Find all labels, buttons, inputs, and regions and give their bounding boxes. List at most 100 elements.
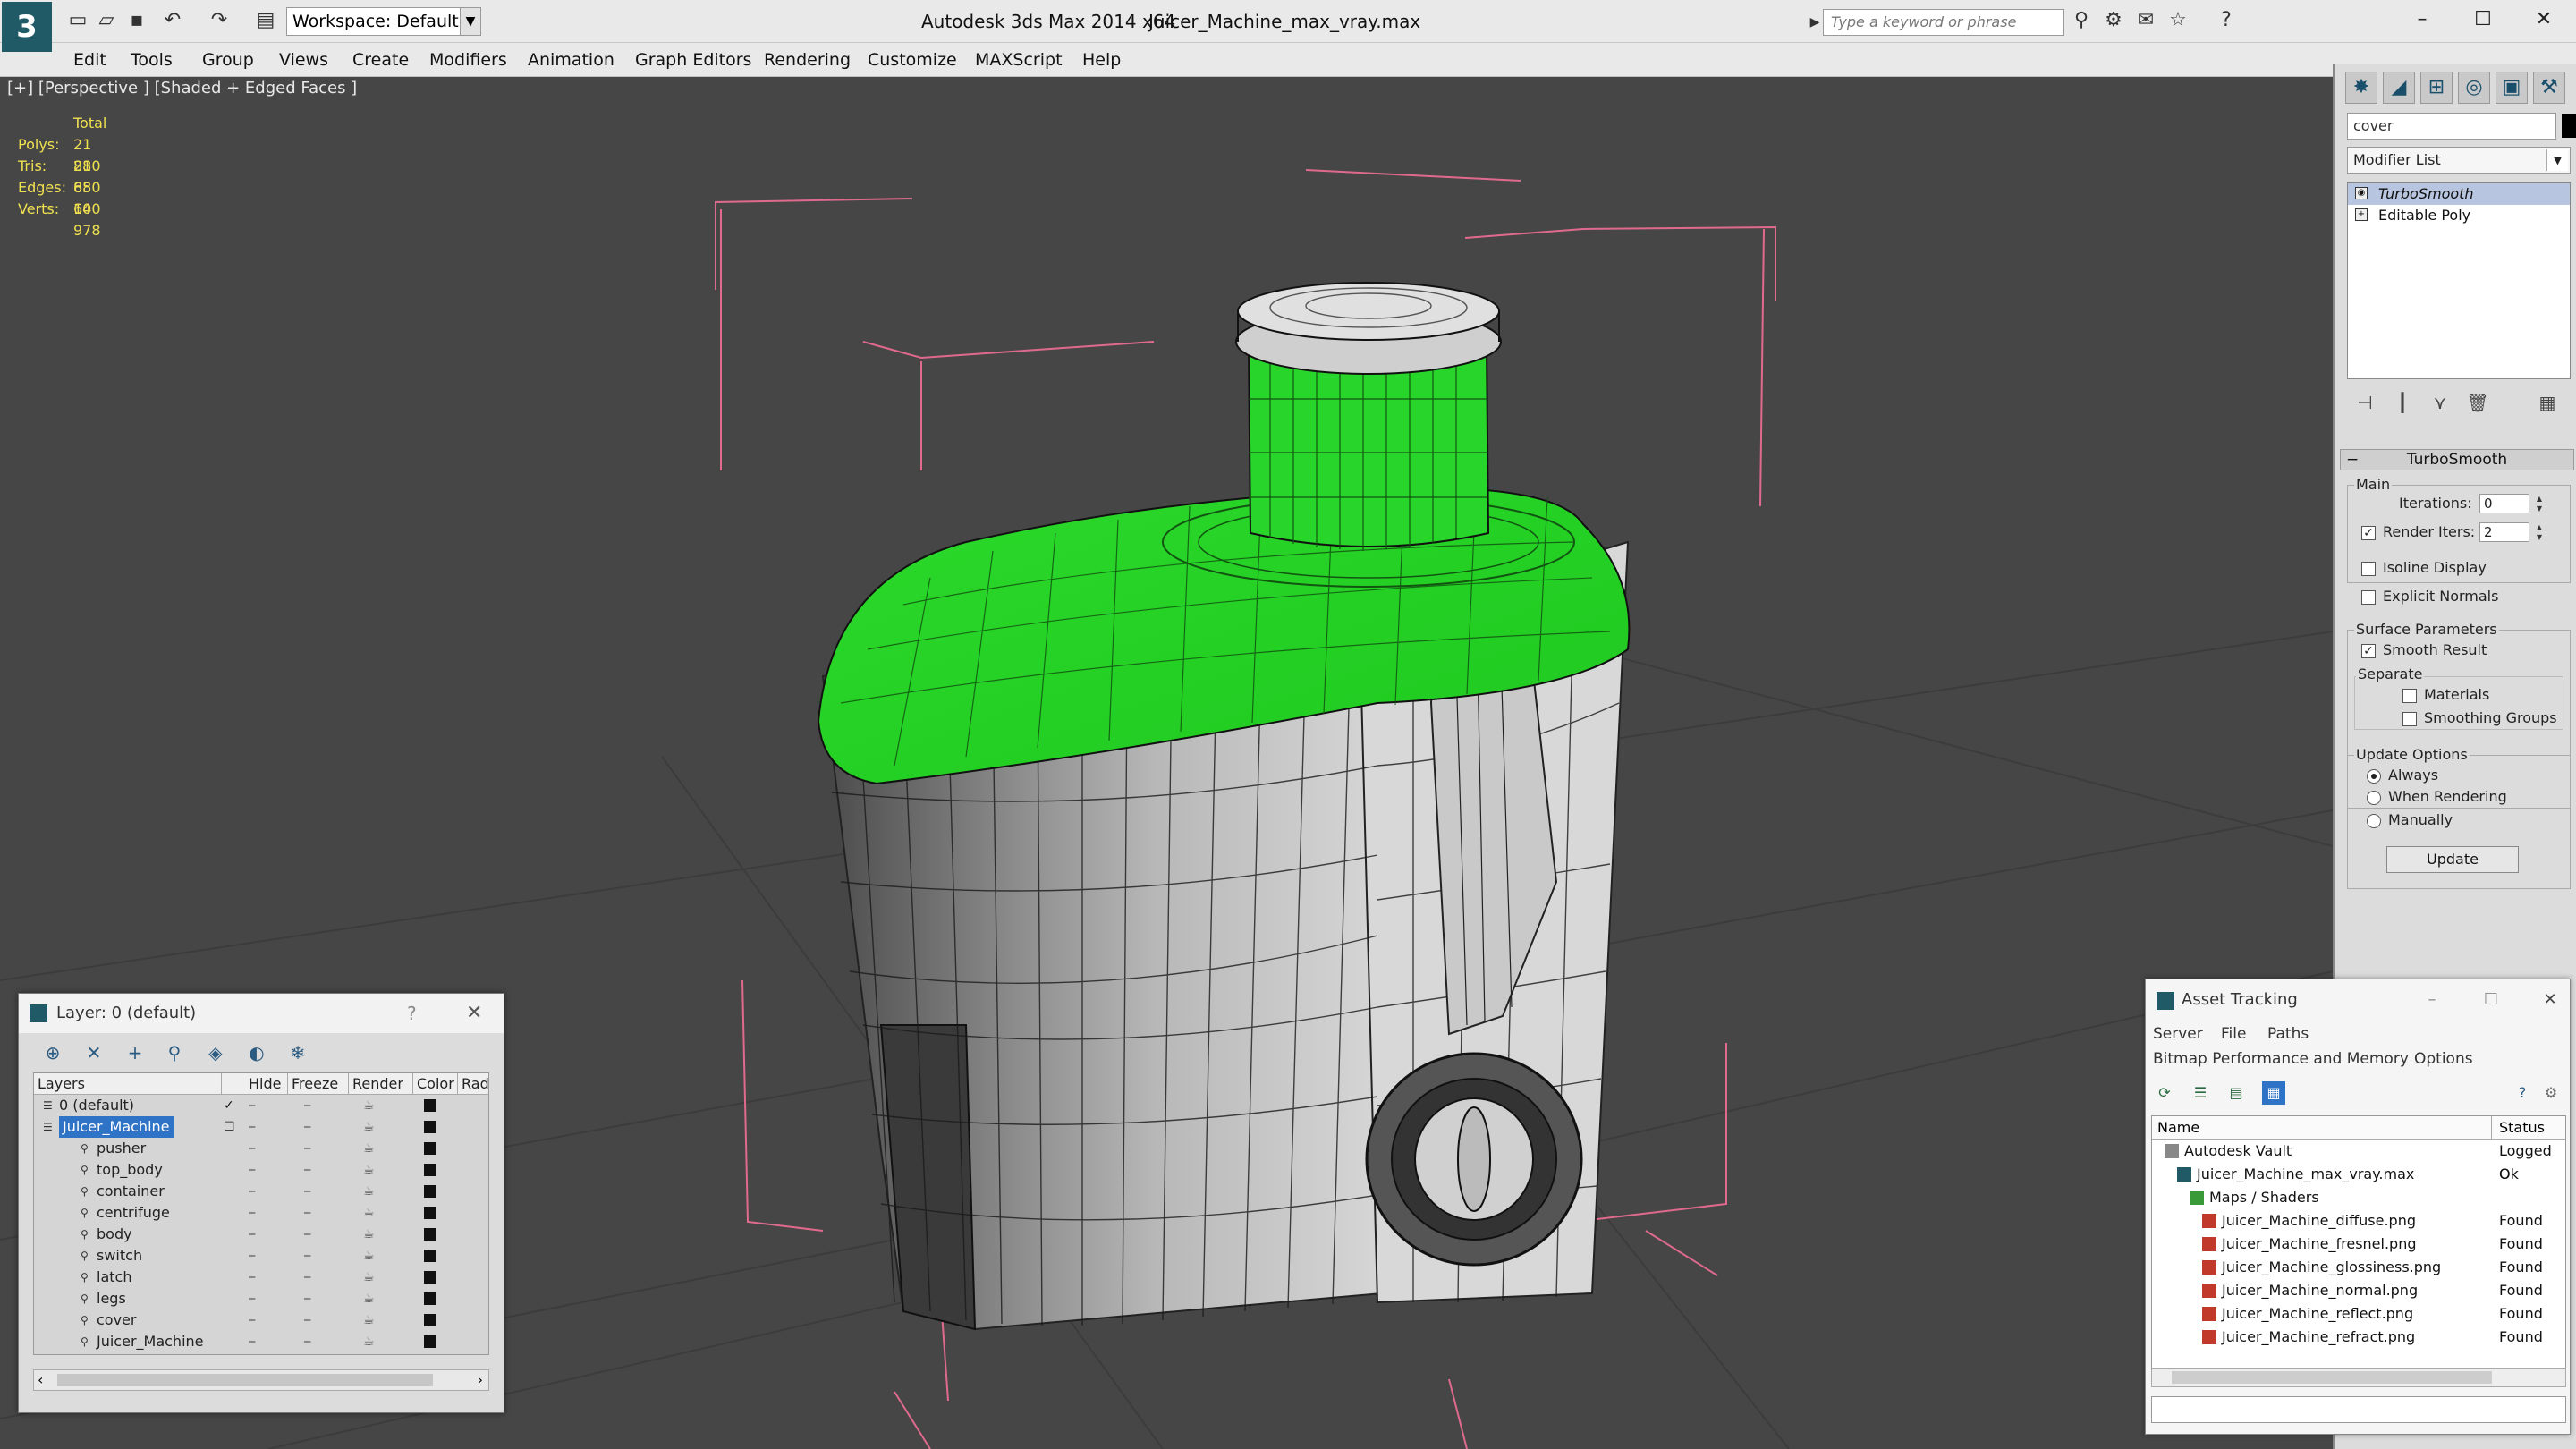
layer-color-swatch[interactable] xyxy=(424,1271,436,1284)
asset-row[interactable]: Juicer_Machine_refract.png Found xyxy=(2152,1326,2565,1349)
freeze-toggle[interactable]: ━ xyxy=(304,1224,322,1245)
render-teapot-icon[interactable]: ☕ xyxy=(363,1288,383,1309)
smooth-result-checkbox[interactable]: ✓ xyxy=(2361,643,2376,658)
maximize-button[interactable]: ☐ xyxy=(2451,0,2515,39)
table-view-icon[interactable]: ▤ xyxy=(2224,1081,2248,1105)
menu-modifiers[interactable]: Modifiers xyxy=(429,43,507,77)
render-teapot-icon[interactable]: ☕ xyxy=(363,1138,383,1159)
object-name-input[interactable]: cover xyxy=(2347,113,2556,140)
expand-plus-icon[interactable]: + xyxy=(2355,208,2368,221)
render-teapot-icon[interactable]: ☕ xyxy=(363,1267,383,1288)
workspace-dropdown[interactable]: Workspace: Default xyxy=(286,7,481,36)
highlight-layer-icon[interactable]: ◈ xyxy=(203,1040,228,1065)
menu-rendering[interactable]: Rendering xyxy=(764,43,851,77)
layer-color-swatch[interactable] xyxy=(424,1314,436,1326)
add-to-layer-icon[interactable]: + xyxy=(123,1040,148,1065)
configure-sets-icon[interactable]: ▦ xyxy=(2535,390,2560,415)
freeze-toggle[interactable]: ━ xyxy=(304,1138,322,1159)
layer-name[interactable]: top_body xyxy=(97,1159,163,1181)
layer-name[interactable]: Juicer_Machine xyxy=(97,1331,204,1352)
layer-row[interactable]: ☰ 0 (default) ✓ ━ ━ ☕ xyxy=(34,1095,488,1116)
hide-toggle[interactable]: ━ xyxy=(249,1245,267,1267)
hide-toggle[interactable]: ━ xyxy=(249,1224,267,1245)
column-hide[interactable]: Hide xyxy=(245,1073,288,1095)
layer-name[interactable]: cover xyxy=(97,1309,136,1331)
freeze-toggle[interactable]: ━ xyxy=(304,1202,322,1224)
menu-paths[interactable]: Paths xyxy=(2267,1022,2309,1046)
menu-views[interactable]: Views xyxy=(279,43,328,77)
menu-bitmap-performance[interactable]: Bitmap Performance and Memory xyxy=(2153,1047,2409,1071)
layer-row[interactable]: ⚲ cover ━ ━ ☕ xyxy=(34,1309,488,1331)
asset-row[interactable]: Juicer_Machine_diffuse.png Found xyxy=(2152,1209,2565,1233)
freeze-toggle[interactable]: ━ xyxy=(304,1245,322,1267)
freeze-all-icon[interactable]: ❄ xyxy=(285,1040,310,1065)
hide-toggle[interactable]: ━ xyxy=(249,1159,267,1181)
freeze-toggle[interactable]: ━ xyxy=(304,1116,322,1138)
layer-color-swatch[interactable] xyxy=(424,1292,436,1305)
hide-toggle[interactable]: ━ xyxy=(249,1095,267,1116)
render-iters-spinner[interactable]: 2 xyxy=(2479,522,2529,542)
hide-all-icon[interactable]: ◐ xyxy=(244,1040,269,1065)
modify-tab-icon[interactable]: ◢ xyxy=(2383,72,2415,104)
column-radiosity[interactable]: Rad xyxy=(458,1073,488,1095)
layer-name[interactable]: Juicer_Machine xyxy=(59,1116,174,1138)
menu-maxscript[interactable]: MAXScript xyxy=(975,43,1063,77)
new-file-icon[interactable]: ▭ xyxy=(66,9,89,32)
show-end-result-icon[interactable]: ┃ xyxy=(2390,390,2415,415)
menu-graph-editors[interactable]: Graph Editors xyxy=(635,43,751,77)
help-icon[interactable]: ? xyxy=(2215,9,2238,32)
layer-row[interactable]: ⚲ body ━ ━ ☕ xyxy=(34,1224,488,1245)
subscription-icon[interactable]: ⚙ xyxy=(2102,9,2125,32)
layer-window-title[interactable]: Layer: 0 (default) xyxy=(19,994,504,1033)
close-button[interactable]: ✕ xyxy=(2512,0,2576,39)
asset-row[interactable]: Juicer_Machine_max_vray.max Ok xyxy=(2152,1163,2565,1186)
freeze-toggle[interactable]: ━ xyxy=(304,1309,322,1331)
layer-name[interactable]: container xyxy=(97,1181,165,1202)
layer-color-swatch[interactable] xyxy=(424,1142,436,1155)
grid-view-icon[interactable]: ▦ xyxy=(2262,1081,2285,1105)
stack-item-editable-poly[interactable]: + Editable Poly xyxy=(2348,205,2570,226)
render-teapot-icon[interactable]: ☕ xyxy=(363,1331,383,1352)
asset-row[interactable]: Autodesk Vault Logged O xyxy=(2152,1140,2565,1182)
column-color[interactable]: Color xyxy=(413,1073,458,1095)
menu-animation[interactable]: Animation xyxy=(528,43,614,77)
select-objects-icon[interactable]: ⚲ xyxy=(162,1040,187,1065)
help-icon[interactable]: ? xyxy=(2511,1081,2534,1105)
menu-create[interactable]: Create xyxy=(352,43,409,77)
manually-radio[interactable] xyxy=(2367,813,2381,828)
hide-toggle[interactable]: ━ xyxy=(249,1267,267,1288)
layer-color-swatch[interactable] xyxy=(424,1228,436,1241)
refresh-icon[interactable]: ⟳ xyxy=(2153,1081,2176,1105)
redo-icon[interactable]: ↷ xyxy=(208,9,231,32)
render-teapot-icon[interactable]: ☕ xyxy=(363,1116,383,1138)
hierarchy-tab-icon[interactable]: ⊞ xyxy=(2420,72,2453,104)
display-tab-icon[interactable]: ▣ xyxy=(2496,72,2528,104)
layer-name[interactable]: 0 (default) xyxy=(59,1095,134,1116)
scroll-right-icon[interactable]: › xyxy=(478,1370,483,1390)
layer-name[interactable]: centrifuge xyxy=(97,1202,170,1224)
asset-row[interactable]: Maps / Shaders xyxy=(2152,1186,2565,1209)
utilities-tab-icon[interactable]: ⚒ xyxy=(2533,72,2565,104)
layer-row[interactable]: ⚲ Juicer_Machine ━ ━ ☕ xyxy=(34,1331,488,1352)
asset-row[interactable]: Juicer_Machine_normal.png Found xyxy=(2152,1279,2565,1302)
hide-toggle[interactable]: ━ xyxy=(249,1138,267,1159)
hide-toggle[interactable]: ━ xyxy=(249,1288,267,1309)
make-unique-icon[interactable]: ⋎ xyxy=(2428,390,2453,415)
binoculars-icon[interactable]: ⚲ xyxy=(2070,9,2093,32)
menu-server[interactable]: Server xyxy=(2153,1022,2203,1046)
layer-color-swatch[interactable] xyxy=(424,1250,436,1262)
freeze-toggle[interactable]: ━ xyxy=(304,1095,322,1116)
iterations-spinner[interactable]: 0 xyxy=(2479,494,2529,513)
freeze-toggle[interactable]: ━ xyxy=(304,1181,322,1202)
layer-row[interactable]: ☰ Juicer_Machine ☐ ━ ━ ☕ xyxy=(34,1116,488,1138)
layer-color-swatch[interactable] xyxy=(424,1099,436,1112)
hide-toggle[interactable]: ━ xyxy=(249,1116,267,1138)
render-teapot-icon[interactable]: ☕ xyxy=(363,1202,383,1224)
spinner-arrows-icon[interactable]: ▲ ▼ xyxy=(2533,494,2546,513)
create-tab-icon[interactable]: ✸ xyxy=(2345,72,2377,104)
layer-name[interactable]: switch xyxy=(97,1245,142,1267)
hide-toggle[interactable]: ━ xyxy=(249,1331,267,1352)
column-status[interactable]: Status xyxy=(2494,1116,2545,1140)
layer-color-swatch[interactable] xyxy=(424,1185,436,1198)
menu-help[interactable]: Help xyxy=(1082,43,1121,77)
